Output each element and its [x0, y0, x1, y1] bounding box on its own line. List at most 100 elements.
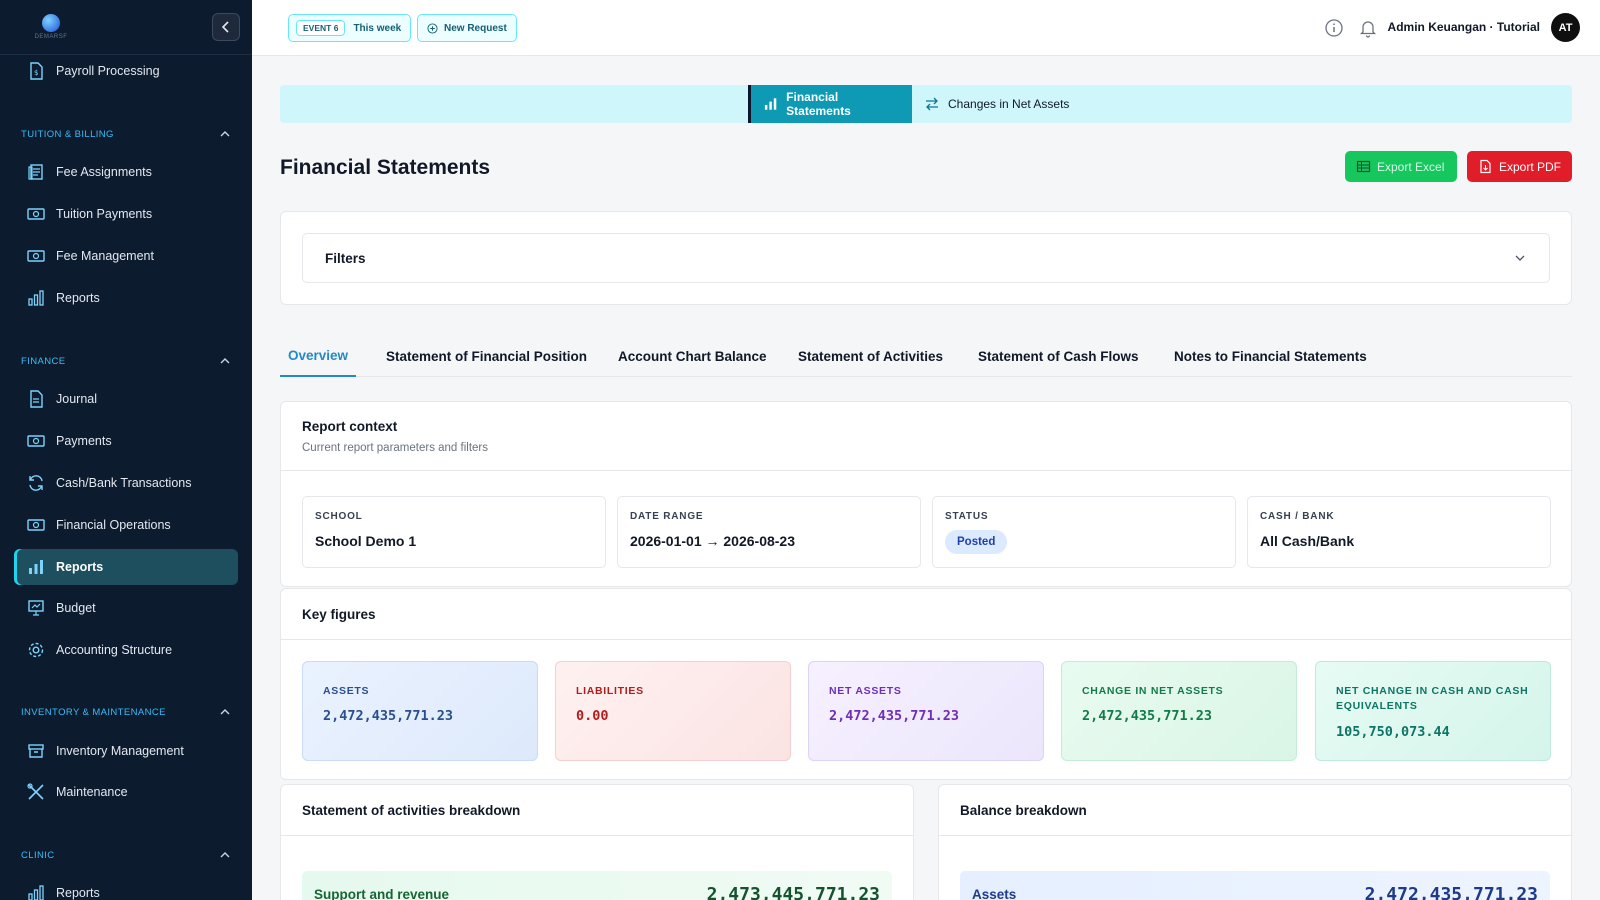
sidebar-item-payroll[interactable]: $ Payroll Processing — [14, 53, 238, 89]
kpi-label: CHANGE IN NET ASSETS — [1082, 685, 1224, 697]
gear-icon — [28, 642, 44, 658]
info-icon[interactable] — [1324, 18, 1344, 38]
card-subtitle: Current report parameters and filters — [302, 442, 488, 454]
wrench-screwdriver-icon — [27, 783, 44, 800]
segment-financial-statements[interactable]: Financial Statements — [748, 85, 912, 123]
breakdown-value: 2,472,435,771.23 — [1364, 883, 1538, 900]
export-excel-button[interactable]: Export Excel — [1345, 151, 1457, 182]
context-label: CASH / BANK — [1260, 511, 1335, 522]
svg-text:$: $ — [34, 69, 38, 77]
balance-breakdown-card: Balance breakdown Assets 2,472,435,771.2… — [938, 784, 1572, 900]
plus-circle-icon — [427, 22, 438, 34]
sidebar-item-payments[interactable]: Payments — [14, 423, 238, 459]
cash-icon — [27, 250, 45, 262]
tab-label: Statement of Cash Flows — [978, 349, 1139, 364]
app-logo[interactable]: DEMARSF — [34, 14, 68, 40]
event-period: This week — [353, 22, 402, 34]
receipt-icon — [28, 164, 43, 180]
sidebar-item-label: Payments — [56, 434, 112, 448]
kpi-value: 105,750,073.44 — [1336, 724, 1450, 740]
sidebar-item-clinic-reports[interactable]: Reports — [14, 875, 238, 900]
tab-notes[interactable]: Notes to Financial Statements — [1166, 336, 1375, 377]
filters-toggle[interactable]: Filters — [302, 233, 1550, 283]
tab-statement-cash-flows[interactable]: Statement of Cash Flows — [970, 336, 1147, 377]
context-cash-bank: CASH / BANK All Cash/Bank — [1247, 496, 1551, 568]
sidebar-item-financial-operations[interactable]: Financial Operations — [14, 507, 238, 543]
section-label: CLINIC — [21, 849, 55, 861]
context-status: STATUS Posted — [932, 496, 1236, 568]
sidebar-item-label: Budget — [56, 601, 96, 615]
tab-label: Notes to Financial Statements — [1174, 349, 1367, 364]
refresh-icon — [29, 475, 43, 491]
segment-changes-net-assets[interactable]: Changes in Net Assets — [912, 85, 1081, 123]
chevron-up-icon — [220, 709, 230, 715]
sidebar-item-tuition-reports[interactable]: Reports — [14, 280, 238, 316]
globe-icon — [42, 14, 60, 32]
export-pdf-label: Export PDF — [1499, 159, 1562, 174]
sidebar-item-label: Accounting Structure — [56, 643, 173, 657]
card-title: Statement of activities breakdown — [302, 803, 521, 818]
sidebar-item-label: Reports — [56, 560, 104, 574]
sidebar-item-label: Fee Assignments — [56, 165, 152, 179]
key-figures-card: Key figures ASSETS 2,472,435,771.23 LIAB… — [280, 588, 1572, 780]
event-badge: EVENT 6 — [296, 20, 346, 36]
activities-breakdown-card: Statement of activities breakdown Suppor… — [280, 784, 914, 900]
sidebar-item-finance-reports[interactable]: Reports — [14, 549, 238, 585]
sidebar-item-maintenance[interactable]: Maintenance — [14, 774, 238, 810]
context-value: 2026-01-01 → 2026-08-23 — [630, 533, 796, 549]
breakdown-row-assets: Assets 2,472,435,771.23 — [960, 871, 1550, 900]
archive-box-icon — [28, 744, 44, 758]
user-name[interactable]: Admin Keuangan · Tutorial — [1388, 20, 1540, 34]
document-icon — [30, 390, 43, 408]
section-finance[interactable]: FINANCE — [21, 355, 231, 367]
cash-icon — [27, 208, 45, 220]
sidebar-item-label: Reports — [56, 886, 100, 900]
filters-panel: Filters — [280, 211, 1572, 305]
kpi-liabilities: LIABILITIES 0.00 — [555, 661, 791, 761]
card-title: Balance breakdown — [960, 803, 1087, 818]
segment-label: Changes in Net Assets — [948, 97, 1070, 111]
sidebar-item-label: Inventory Management — [56, 744, 184, 758]
sidebar-item-journal[interactable]: Journal — [14, 381, 238, 417]
context-school: SCHOOL School Demo 1 — [302, 496, 606, 568]
arrows-right-left-icon — [926, 97, 938, 111]
chevron-up-icon — [220, 358, 230, 364]
event-pill[interactable]: EVENT 6 This week — [288, 14, 412, 42]
chevron-down-icon — [1515, 255, 1525, 261]
segment-label: Financial Statements — [786, 90, 851, 118]
collapse-sidebar-button[interactable] — [212, 13, 240, 41]
sidebar-item-tuition-payments[interactable]: Tuition Payments — [14, 196, 238, 232]
sidebar-item-fee-management[interactable]: Fee Management — [14, 238, 238, 274]
section-clinic[interactable]: CLINIC — [21, 849, 231, 861]
breakdown-value: 2,473,445,771.23 — [706, 883, 880, 900]
sidebar-item-label: Journal — [56, 392, 97, 406]
section-tuition-billing[interactable]: TUITION & BILLING — [21, 128, 231, 140]
table-icon — [1356, 160, 1371, 173]
sidebar-item-budget[interactable]: Budget — [14, 590, 238, 626]
document-dollar-icon: $ — [30, 62, 43, 80]
cash-icon — [27, 519, 45, 531]
sidebar-item-accounting-structure[interactable]: Accounting Structure — [14, 632, 238, 668]
sidebar-item-cash-bank[interactable]: Cash/Bank Transactions — [14, 465, 238, 501]
sidebar-item-label: Payroll Processing — [56, 64, 160, 78]
tab-statement-activities[interactable]: Statement of Activities — [790, 336, 951, 377]
context-label: STATUS — [945, 511, 989, 522]
sidebar: DEMARSF $ Payroll Processing TUITION & B… — [0, 0, 252, 900]
new-request-button[interactable]: New Request — [417, 14, 517, 42]
kpi-value: 0.00 — [576, 708, 609, 724]
export-excel-label: Export Excel — [1377, 159, 1445, 174]
sidebar-item-inventory-management[interactable]: Inventory Management — [14, 733, 238, 769]
sidebar-item-fee-assignments[interactable]: Fee Assignments — [14, 154, 238, 190]
kpi-assets: ASSETS 2,472,435,771.23 — [302, 661, 538, 761]
card-header: Statement of activities breakdown — [281, 785, 913, 836]
section-inventory-maintenance[interactable]: INVENTORY & MAINTENANCE — [21, 706, 231, 718]
export-pdf-button[interactable]: Export PDF — [1467, 151, 1572, 182]
tab-overview[interactable]: Overview — [280, 336, 357, 377]
bell-icon[interactable] — [1358, 18, 1378, 38]
tab-account-chart-balance[interactable]: Account Chart Balance — [610, 336, 775, 377]
card-title: Report context — [302, 419, 398, 434]
tab-statement-financial-position[interactable]: Statement of Financial Position — [378, 336, 595, 377]
avatar[interactable]: AT — [1551, 13, 1580, 42]
kpi-label: LIABILITIES — [576, 685, 644, 697]
report-tabs: Overview Statement of Financial Position… — [280, 336, 1572, 377]
